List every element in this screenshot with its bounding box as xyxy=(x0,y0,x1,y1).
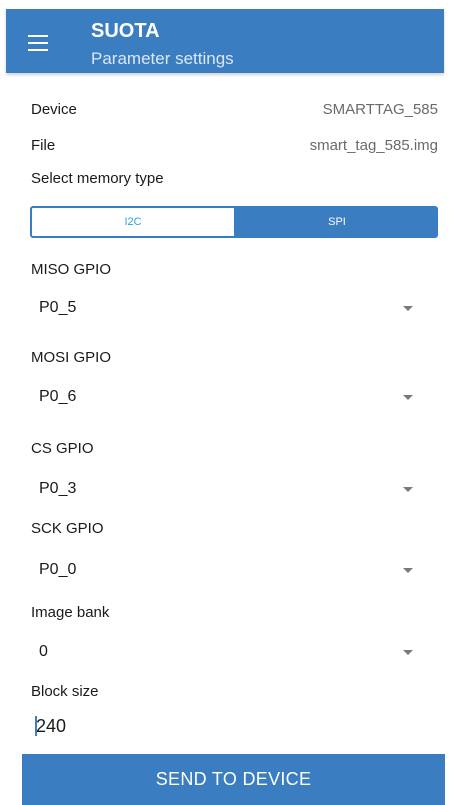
mosi-gpio-label: MOSI GPIO xyxy=(31,349,112,366)
block-size-value: 240 xyxy=(36,716,67,736)
app-subtitle: Parameter settings xyxy=(91,49,234,68)
memory-type-toggle: I2C SPI xyxy=(30,206,438,238)
dropdown-arrow-icon xyxy=(403,650,413,655)
file-value: smart_tag_585.img xyxy=(309,137,438,154)
dropdown-arrow-icon xyxy=(403,306,413,311)
image-bank-value: 0 xyxy=(39,643,48,660)
device-value: SMARTTAG_585 xyxy=(322,101,438,118)
cs-gpio-label: CS GPIO xyxy=(31,440,94,457)
cs-gpio-value: P0_3 xyxy=(39,480,77,497)
menu-icon[interactable] xyxy=(28,35,50,51)
device-label: Device xyxy=(31,101,77,118)
image-bank-label: Image bank xyxy=(31,604,110,621)
dropdown-arrow-icon xyxy=(403,568,413,573)
dropdown-arrow-icon xyxy=(403,487,413,492)
text-cursor xyxy=(35,716,37,736)
send-to-device-button[interactable]: SEND TO DEVICE xyxy=(22,754,445,805)
suota-screen: SUOTA Parameter settings Device SMARTTAG… xyxy=(0,0,450,805)
miso-gpio-label: MISO GPIO xyxy=(31,261,112,278)
miso-gpio-value: P0_5 xyxy=(39,299,77,316)
block-size-input[interactable]: 240 xyxy=(33,710,428,740)
mosi-gpio-select[interactable]: P0_6 xyxy=(30,380,430,414)
cs-gpio-select[interactable]: P0_3 xyxy=(30,472,430,506)
miso-gpio-select[interactable]: P0_5 xyxy=(30,291,430,325)
dropdown-arrow-icon xyxy=(403,395,413,400)
memory-type-label: Select memory type xyxy=(31,170,164,187)
file-label: File xyxy=(31,137,56,154)
sck-gpio-label: SCK GPIO xyxy=(31,520,104,537)
sck-gpio-select[interactable]: P0_0 xyxy=(30,553,430,587)
memory-option-i2c[interactable]: I2C xyxy=(30,206,236,238)
memory-option-spi[interactable]: SPI xyxy=(236,206,438,238)
image-bank-select[interactable]: 0 xyxy=(30,635,430,669)
sck-gpio-value: P0_0 xyxy=(39,561,77,578)
block-size-label: Block size xyxy=(31,683,99,700)
app-title: SUOTA xyxy=(91,20,160,42)
app-bar: SUOTA Parameter settings xyxy=(6,9,444,73)
mosi-gpio-value: P0_6 xyxy=(39,388,77,405)
